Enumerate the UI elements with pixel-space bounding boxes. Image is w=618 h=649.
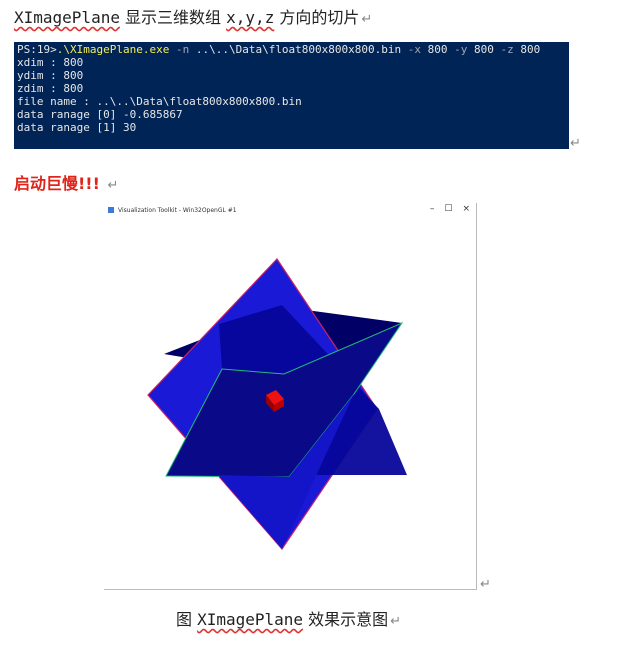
terminal-command-line: PS:19>.\XImagePlane.exe -n ..\..\Data\fl… xyxy=(17,43,566,56)
return-mark-icon: ↵ xyxy=(570,136,581,151)
terminal-line: xdim : 800 xyxy=(17,56,84,69)
terminal-val-z: 800 xyxy=(520,43,541,56)
terminal-line: ydim : 800 xyxy=(17,69,84,82)
minimize-button[interactable]: – xyxy=(430,204,435,214)
terminal-line: zdim : 800 xyxy=(17,82,84,95)
terminal-path: ..\..\Data\float800x800x800.bin xyxy=(195,43,402,56)
caption-program-name: XImagePlane xyxy=(197,610,304,629)
terminal-flag-z: -z xyxy=(493,43,521,56)
return-mark-icon: ↵ xyxy=(107,178,119,193)
vtk-app-icon xyxy=(108,207,114,213)
return-mark-icon: ↵ xyxy=(361,12,373,27)
terminal-line: data ranage [0] -0.685867 xyxy=(17,108,183,121)
terminal-val-y: 800 xyxy=(474,43,494,56)
maximize-button[interactable]: ☐ xyxy=(444,204,452,214)
terminal-line: file name : ..\..\Data\float800x800x800.… xyxy=(17,95,302,108)
terminal-line: data ranage [1] 30 xyxy=(17,121,137,134)
heading-vars: x,y,z xyxy=(226,8,275,27)
heading-text: 显示三维数组 xyxy=(119,8,227,27)
terminal-flag-x: -x xyxy=(401,43,428,56)
vtk-3d-scene[interactable] xyxy=(104,219,476,589)
terminal-output: PS:19>.\XImagePlane.exe -n ..\..\Data\fl… xyxy=(14,42,569,149)
slow-startup-note: 启动巨慢!!! ↵ xyxy=(14,170,118,194)
slow-startup-text: 启动巨慢!!! xyxy=(14,174,100,193)
heading-program-name: XImagePlane xyxy=(14,8,120,27)
terminal-flag-n: -n xyxy=(169,43,196,56)
return-mark-icon: ↵ xyxy=(480,577,491,592)
vtk-render-window[interactable]: Visualization Toolkit - Win32OpenGL #1 –… xyxy=(104,203,477,590)
figure-caption: 图 XImagePlane 效果示意图 ↵ xyxy=(176,606,401,630)
heading-suffix: 方向的切片 xyxy=(274,8,360,27)
window-controls: – ☐ × xyxy=(430,204,470,214)
terminal-val-x: 800 xyxy=(427,43,448,56)
page-heading: XImagePlane 显示三维数组 x,y,z 方向的切片 ↵ xyxy=(14,4,372,28)
return-mark-icon: ↵ xyxy=(390,614,402,629)
window-titlebar[interactable]: Visualization Toolkit - Win32OpenGL #1 –… xyxy=(104,203,476,219)
caption-suffix: 效果示意图 xyxy=(303,610,389,629)
caption-prefix: 图 xyxy=(176,610,198,629)
window-title: Visualization Toolkit - Win32OpenGL #1 xyxy=(118,207,237,214)
terminal-prompt: PS:19> xyxy=(17,43,57,56)
close-button[interactable]: × xyxy=(462,204,470,214)
terminal-exe: .\XImagePlane.exe xyxy=(56,43,170,56)
terminal-flag-y: -y xyxy=(447,43,475,56)
